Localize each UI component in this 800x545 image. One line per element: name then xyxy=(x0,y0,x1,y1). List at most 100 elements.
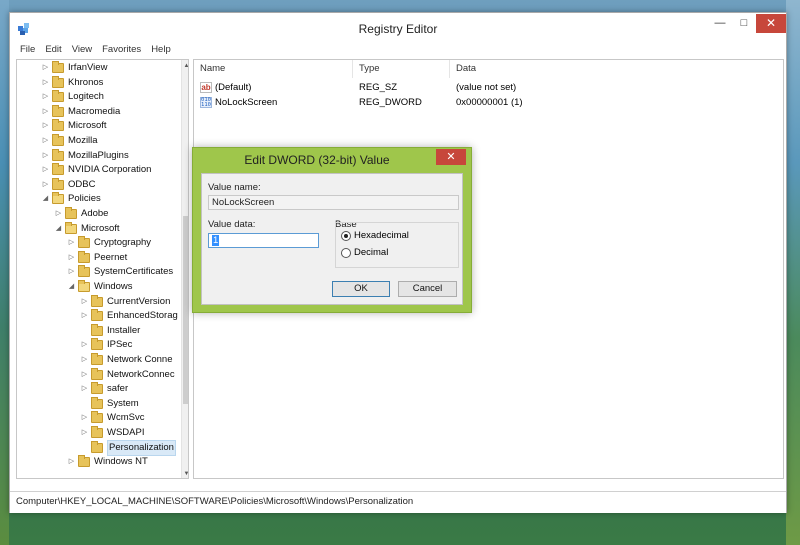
value-name: NoLockScreen xyxy=(215,97,278,108)
tree-vertical-scrollbar[interactable]: ▲ ▼ xyxy=(181,60,188,478)
tree-item[interactable]: ▷ WcmSvc xyxy=(80,411,144,425)
tree-item[interactable]: ▷ ODBC xyxy=(41,177,95,192)
tree-item[interactable]: ▷ WSDAPI xyxy=(80,426,144,440)
minimize-button[interactable]: — xyxy=(709,15,731,31)
tree-item[interactable]: ▷ Windows NT xyxy=(67,455,148,469)
dialog-close-button[interactable]: ✕ xyxy=(436,149,466,165)
value-row[interactable]: ab (Default) REG_SZ (value not set) xyxy=(194,80,594,95)
expand-arrow-icon[interactable]: ▷ xyxy=(41,119,50,133)
radio-hexadecimal[interactable]: Hexadecimal xyxy=(341,230,409,241)
expand-arrow-icon[interactable]: ▷ xyxy=(41,134,50,148)
folder-icon xyxy=(91,294,103,307)
column-header-name[interactable]: Name xyxy=(194,60,353,78)
radio-hexadecimal-icon[interactable] xyxy=(341,230,351,241)
tree-item-label: MozillaPlugins xyxy=(68,149,129,161)
collapse-arrow-icon[interactable]: ◢ xyxy=(54,222,63,236)
tree-item[interactable]: ▷ IPSec xyxy=(80,338,132,352)
expand-arrow-icon[interactable]: ▷ xyxy=(80,338,89,352)
column-header-type[interactable]: Type xyxy=(353,60,450,78)
scroll-down-arrow-icon[interactable]: ▼ xyxy=(182,468,188,478)
menu-help[interactable]: Help xyxy=(146,43,176,58)
tree-item[interactable]: Installer xyxy=(80,323,140,338)
expand-arrow-icon[interactable]: ▷ xyxy=(41,149,50,163)
cancel-button[interactable]: Cancel xyxy=(398,281,457,297)
tree-item[interactable]: ◢ Microsoft xyxy=(54,221,120,236)
folder-icon xyxy=(91,411,103,424)
tree-item[interactable]: ▷ Microsoft xyxy=(41,119,107,133)
expand-arrow-icon[interactable]: ▷ xyxy=(67,265,76,279)
tree-item[interactable]: Personalization xyxy=(80,439,176,456)
folder-icon xyxy=(91,323,103,336)
value-row[interactable]: 010 110 NoLockScreen REG_DWORD 0x00000001… xyxy=(194,95,594,110)
expand-arrow-icon[interactable]: ▷ xyxy=(41,105,50,119)
tree-item[interactable]: ▷ Peernet xyxy=(67,250,127,265)
tree-item[interactable]: System xyxy=(80,396,139,411)
radio-hexadecimal-label: Hexadecimal xyxy=(354,230,409,241)
expand-arrow-icon[interactable]: ▷ xyxy=(80,368,89,382)
key-tree-pane[interactable]: ▷ Windows NT Personalization ▷ WSDAPI ▷ WcmSvc… xyxy=(16,59,189,479)
tree-item[interactable]: ▷ Network Conne xyxy=(80,353,172,367)
expand-arrow-icon[interactable]: ▷ xyxy=(80,382,89,396)
collapse-arrow-icon[interactable]: ◢ xyxy=(67,280,76,294)
expand-arrow-icon[interactable]: ▷ xyxy=(80,309,89,323)
title-bar[interactable]: Registry Editor — □ ✕ xyxy=(10,13,786,43)
radio-decimal[interactable]: Decimal xyxy=(341,247,388,258)
tree-item[interactable]: ▷ Logitech xyxy=(41,90,104,104)
tree-item[interactable]: ▷ CurrentVersion xyxy=(80,294,170,309)
tree-item[interactable]: ▷ MozillaPlugins xyxy=(41,148,129,163)
value-data-input[interactable]: 1 xyxy=(208,233,319,248)
close-button[interactable]: ✕ xyxy=(756,14,786,33)
value-data-text: 1 xyxy=(212,235,220,246)
expand-arrow-icon[interactable]: ▷ xyxy=(54,207,63,221)
tree-item[interactable]: ▷ EnhancedStorag xyxy=(80,309,178,323)
tree-item[interactable]: ▷ IrfanView xyxy=(41,61,107,75)
menu-favorites[interactable]: Favorites xyxy=(97,43,146,58)
column-header-data[interactable]: Data xyxy=(450,60,590,78)
tree-item[interactable]: ◢ Windows xyxy=(67,280,133,294)
tree-item-label: System xyxy=(107,397,139,409)
expand-arrow-icon[interactable]: ▷ xyxy=(67,455,76,469)
folder-icon xyxy=(91,309,103,322)
expand-arrow-icon[interactable]: ▷ xyxy=(41,178,50,192)
tree-item[interactable]: ▷ NVIDIA Corporation xyxy=(41,163,151,177)
expand-arrow-icon[interactable]: ▷ xyxy=(67,236,76,250)
expand-arrow-icon[interactable]: ▷ xyxy=(80,411,89,425)
tree-item[interactable]: ▷ Khronos xyxy=(41,75,104,90)
folder-icon xyxy=(52,163,64,176)
menu-edit[interactable]: Edit xyxy=(40,43,66,58)
status-key-path: Computer\HKEY_LOCAL_MACHINE\SOFTWARE\Pol… xyxy=(16,496,414,507)
folder-icon xyxy=(91,338,103,351)
tree-item[interactable]: ▷ Adobe xyxy=(54,207,108,221)
scroll-thumb[interactable] xyxy=(183,216,188,404)
expand-arrow-icon[interactable]: ▷ xyxy=(41,90,50,104)
maximize-button[interactable]: □ xyxy=(733,15,755,31)
tree-item[interactable]: ▷ Mozilla xyxy=(41,134,98,148)
expand-arrow-icon[interactable]: ▷ xyxy=(41,61,50,75)
scroll-up-arrow-icon[interactable]: ▲ xyxy=(182,60,188,72)
expand-arrow-icon[interactable]: ▷ xyxy=(41,163,50,177)
tree-item[interactable]: ▷ SystemCertificates xyxy=(67,265,173,279)
folder-icon xyxy=(78,250,90,263)
expand-arrow-icon[interactable]: ▷ xyxy=(67,251,76,265)
tree-item[interactable]: ▷ Cryptography xyxy=(67,236,151,250)
expand-arrow-icon[interactable]: ▷ xyxy=(80,295,89,309)
tree-item-label: Khronos xyxy=(68,76,104,88)
tree-item-label: Windows NT xyxy=(94,456,148,468)
tree-item-label: Network Conne xyxy=(107,354,173,365)
tree-item[interactable]: ▷ safer xyxy=(80,382,128,396)
menu-file[interactable]: File xyxy=(10,43,40,58)
tree-item[interactable]: ▷ Macromedia xyxy=(41,104,120,119)
expand-arrow-icon[interactable]: ▷ xyxy=(80,353,89,367)
tree-item[interactable]: ▷ NetworkConnec xyxy=(80,367,175,382)
tree-item-label: Policies xyxy=(68,193,101,205)
expand-arrow-icon[interactable]: ▷ xyxy=(41,76,50,90)
tree-item-label: IrfanView xyxy=(68,62,108,73)
ok-button[interactable]: OK xyxy=(332,281,390,297)
collapse-arrow-icon[interactable]: ◢ xyxy=(41,192,50,206)
menu-view[interactable]: View xyxy=(67,43,97,58)
folder-icon xyxy=(91,396,103,409)
value-data-label: Value data: xyxy=(208,219,256,230)
expand-arrow-icon[interactable]: ▷ xyxy=(80,426,89,440)
tree-item[interactable]: ◢ Policies xyxy=(41,192,101,206)
radio-decimal-icon[interactable] xyxy=(341,247,351,258)
